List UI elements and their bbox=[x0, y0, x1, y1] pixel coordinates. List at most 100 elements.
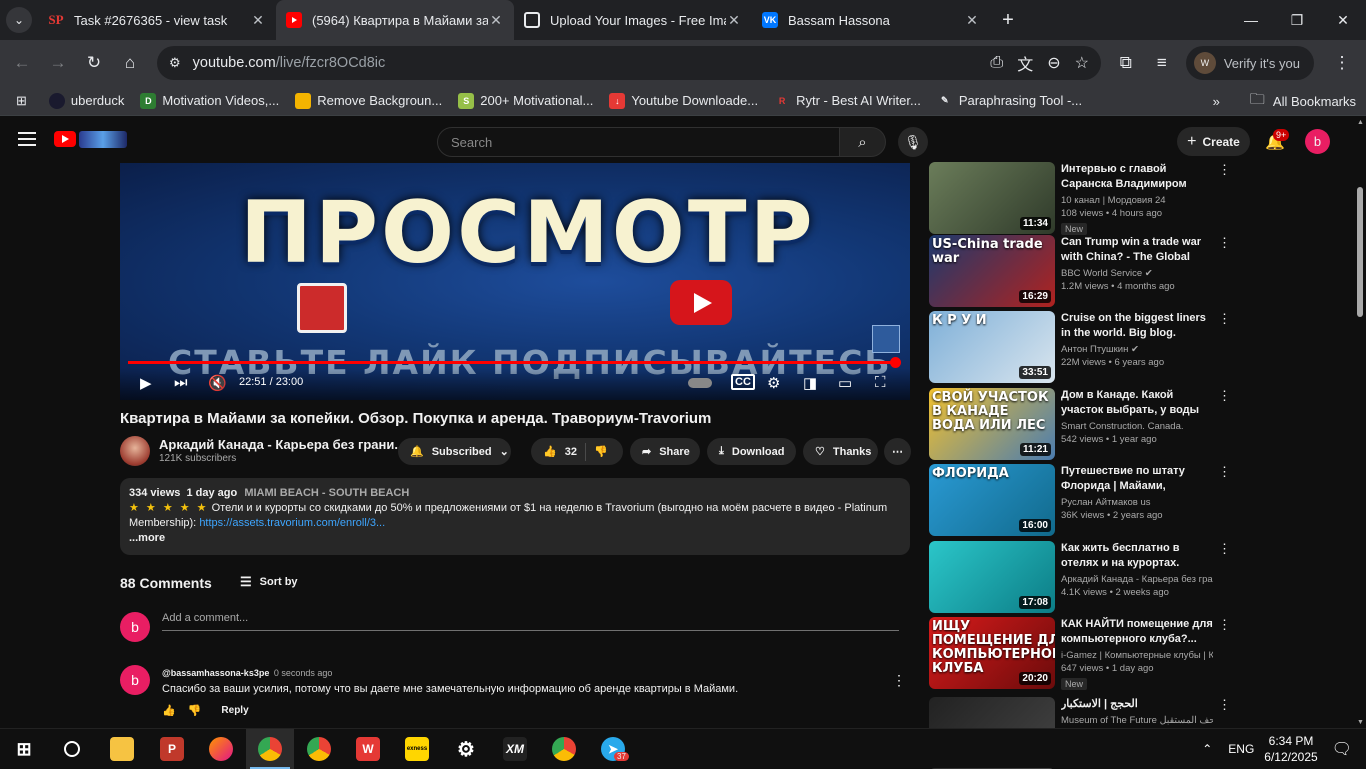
bookmark-item[interactable]: ↓ Youtube Downloade... bbox=[601, 92, 766, 109]
forward-button[interactable]: → bbox=[40, 45, 76, 81]
theater-mode-icon[interactable]: ▭ bbox=[838, 374, 852, 392]
description-link[interactable]: https://assets.travorium.com/enroll/3... bbox=[199, 517, 385, 529]
back-button[interactable]: ← bbox=[4, 45, 40, 81]
thanks-button[interactable]: ♡ Thanks bbox=[803, 438, 878, 465]
comment-avatar[interactable]: b bbox=[120, 665, 150, 695]
channel-avatar[interactable] bbox=[120, 436, 150, 466]
video-menu-icon[interactable]: ⋮ bbox=[1218, 617, 1231, 633]
taskbar-chrome[interactable] bbox=[295, 729, 343, 769]
settings-gear-icon[interactable]: ⚙ bbox=[767, 374, 780, 392]
close-tab-icon[interactable]: ✕ bbox=[488, 12, 504, 29]
location-tag[interactable]: MIAMI BEACH - SOUTH BEACH bbox=[244, 487, 409, 499]
apps-grid-icon[interactable]: ⊞ bbox=[0, 93, 41, 109]
start-button[interactable]: ⊞ bbox=[0, 729, 48, 769]
recommended-video[interactable]: 11:34 Интервью с главой Саранска Владими… bbox=[929, 162, 1231, 235]
video-menu-icon[interactable]: ⋮ bbox=[1218, 541, 1231, 557]
show-more-button[interactable]: ...more bbox=[129, 532, 901, 544]
search-button[interactable]: ⌕ bbox=[839, 127, 886, 157]
chevron-double-right-icon[interactable]: » bbox=[1213, 94, 1220, 109]
bookmark-item[interactable]: S 200+ Motivational... bbox=[450, 92, 601, 109]
translate-icon[interactable]: 文 bbox=[1017, 51, 1033, 75]
bookmark-item[interactable]: ✎ Paraphrasing Tool -... bbox=[929, 93, 1090, 109]
minimize-icon[interactable]: — bbox=[1228, 0, 1274, 40]
video-menu-icon[interactable]: ⋮ bbox=[1218, 162, 1231, 178]
video-title[interactable]: Cruise on the biggest liners in the worl… bbox=[1061, 311, 1213, 341]
channel-name[interactable]: Антон Птушкин ✔ bbox=[1061, 344, 1213, 355]
taskbar-firefox[interactable] bbox=[197, 729, 245, 769]
channel-name[interactable]: Руслан Айтмаков us bbox=[1061, 497, 1213, 508]
tab-vk-profile[interactable]: VK Bassam Hassona ✕ bbox=[752, 0, 990, 40]
like-icon[interactable]: 👍 bbox=[543, 445, 557, 458]
scroll-up-icon[interactable]: ▲ bbox=[1357, 119, 1364, 126]
notification-center-icon[interactable]: 🗨 bbox=[1332, 739, 1352, 759]
scrollbar-thumb[interactable] bbox=[1357, 187, 1363, 317]
video-title[interactable]: Интервью с главой Саранска Владимиром Бы… bbox=[1061, 162, 1213, 192]
video-thumbnail[interactable]: ФЛОРИДА 16:00 bbox=[929, 464, 1055, 536]
recommended-video[interactable]: СВОЙ УЧАСТОК В КАНАДЕ ВОДА ИЛИ ЛЕС 11:21… bbox=[929, 388, 1231, 460]
close-tab-icon[interactable]: ✕ bbox=[726, 12, 742, 29]
close-tab-icon[interactable]: ✕ bbox=[250, 12, 266, 29]
video-title[interactable]: Путешествие по штату Флорида | Майами, С… bbox=[1061, 464, 1213, 494]
recommended-video[interactable]: 17:08 Как жить бесплатно в отелях и на к… bbox=[929, 541, 1231, 613]
reply-button[interactable]: Reply bbox=[221, 705, 248, 716]
video-title[interactable]: Can Trump win a trade war with China? - … bbox=[1061, 235, 1213, 265]
tab-search-button[interactable]: ⌄ bbox=[0, 0, 38, 40]
autoplay-toggle[interactable] bbox=[688, 378, 712, 388]
scroll-down-icon[interactable]: ▼ bbox=[1357, 719, 1364, 726]
bookmark-item[interactable]: Remove Backgroun... bbox=[287, 92, 450, 109]
subscribed-button[interactable]: 🔔 Subscribed ⌄ bbox=[398, 438, 511, 465]
taskbar-settings[interactable]: ⚙ bbox=[442, 729, 490, 769]
profile-button[interactable]: W Verify it's you bbox=[1185, 46, 1314, 80]
comment-dislike-icon[interactable]: 👎 bbox=[188, 704, 202, 717]
home-button[interactable]: ⌂ bbox=[112, 45, 148, 81]
video-menu-icon[interactable]: ⋮ bbox=[1218, 235, 1231, 251]
comment-author-name[interactable]: @bassamhassona-ks3pe bbox=[162, 668, 269, 678]
dislike-icon[interactable]: 👎 bbox=[594, 445, 608, 458]
miniplayer-icon[interactable]: ◨ bbox=[803, 374, 817, 392]
comment-menu-icon[interactable]: ⋮ bbox=[892, 672, 906, 689]
video-thumbnail[interactable]: 11:34 bbox=[929, 162, 1055, 234]
play-icon[interactable]: ▶ bbox=[140, 374, 152, 392]
cortana-button[interactable] bbox=[48, 729, 96, 769]
install-app-icon[interactable]: ⎙ bbox=[990, 54, 1003, 72]
youtube-logo-icon[interactable] bbox=[54, 131, 76, 147]
next-icon[interactable]: ⏭ bbox=[174, 374, 188, 391]
add-comment-input[interactable]: Add a comment... bbox=[162, 612, 899, 631]
youtube-doodle[interactable] bbox=[79, 131, 127, 148]
show-hidden-icons-icon[interactable]: ⌃ bbox=[1202, 742, 1212, 756]
taskbar-exness[interactable]: exness bbox=[393, 729, 441, 769]
channel-name[interactable]: 10 канал | Мордовия 24 bbox=[1061, 195, 1213, 206]
extensions-icon[interactable]: ⧉ bbox=[1108, 45, 1144, 81]
clock[interactable]: 6:34 PM 6/12/2025 bbox=[1264, 733, 1317, 765]
channel-name[interactable]: Аркадий Канада - Карьера без грани... bbox=[159, 437, 405, 452]
video-player[interactable]: ПРОСМОТР СТАВЬТЕ ЛАЙК ПОДПИСЫВАЙТЕСЬ ▶ ⏭… bbox=[120, 163, 910, 400]
video-title[interactable]: КАК НАЙТИ помещение для компьютерного кл… bbox=[1061, 617, 1213, 647]
channel-name[interactable]: i-Gamez | Компьютерные клубы | К... bbox=[1061, 650, 1213, 661]
bookmark-item[interactable]: R Rytr - Best AI Writer... bbox=[766, 93, 929, 109]
zoom-icon[interactable]: ⊖ bbox=[1047, 53, 1060, 73]
video-menu-icon[interactable]: ⋮ bbox=[1218, 697, 1231, 713]
video-menu-icon[interactable]: ⋮ bbox=[1218, 464, 1231, 480]
recommended-video[interactable]: ИЩУ ПОМЕЩЕНИЕ ДЛЯ КОМПЬЮТЕРНОГО КЛУБА 20… bbox=[929, 617, 1231, 690]
recommended-video[interactable]: ФЛОРИДА 16:00 Путешествие по штату Флори… bbox=[929, 464, 1231, 536]
recommended-video[interactable]: К Р У И 33:51 Cruise on the biggest line… bbox=[929, 311, 1231, 383]
video-menu-icon[interactable]: ⋮ bbox=[1218, 388, 1231, 404]
sort-by-button[interactable]: ☰ Sort by bbox=[240, 574, 298, 590]
account-avatar[interactable]: b bbox=[1305, 129, 1330, 154]
create-button[interactable]: + Create bbox=[1177, 127, 1250, 156]
restore-icon[interactable]: ❐ bbox=[1274, 0, 1320, 40]
fullscreen-icon[interactable]: ⛶ bbox=[875, 374, 886, 391]
video-thumbnail[interactable]: К Р У И 33:51 bbox=[929, 311, 1055, 383]
channel-name[interactable]: BBC World Service ✔ bbox=[1061, 268, 1213, 279]
video-thumbnail[interactable]: СВОЙ УЧАСТОК В КАНАДЕ ВОДА ИЛИ ЛЕС 11:21 bbox=[929, 388, 1055, 460]
taskbar-chrome-alt[interactable] bbox=[540, 729, 588, 769]
download-button[interactable]: ⤓ Download bbox=[707, 438, 796, 465]
bookmark-star-icon[interactable]: ☆ bbox=[1075, 53, 1089, 73]
recommended-video[interactable]: US-China trade war 16:29 Can Trump win a… bbox=[929, 235, 1231, 307]
description-box[interactable]: 334 views 1 day ago MIAMI BEACH - SOUTH … bbox=[120, 478, 910, 555]
progress-scrubber[interactable] bbox=[889, 357, 901, 368]
taskbar-chrome-profile[interactable] bbox=[246, 729, 294, 769]
all-bookmarks-button[interactable]: » 🗀 All Bookmarks bbox=[1213, 86, 1356, 116]
tab-youtube-video[interactable]: (5964) Квартира в Майами за копейки ✕ bbox=[276, 0, 514, 40]
comment-author[interactable]: @bassamhassona-ks3pe 0 seconds ago bbox=[162, 668, 332, 678]
